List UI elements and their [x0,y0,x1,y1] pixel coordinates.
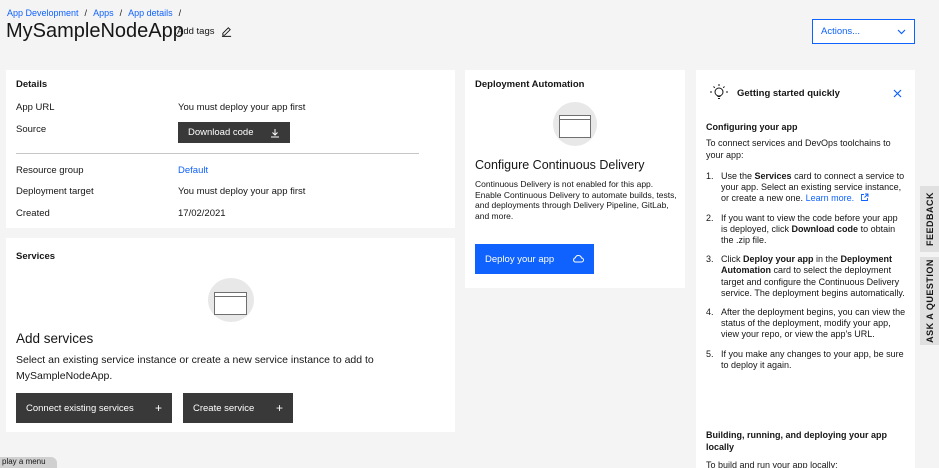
created-value: 17/02/2021 [178,208,226,219]
automation-illustration [553,102,597,146]
page-title: MySampleNodeApp [6,20,184,42]
chevron-down-icon [897,29,906,34]
learn-more-link[interactable]: Learn more. [806,193,855,203]
download-code-button[interactable]: Download code [178,122,290,143]
building-intro: To build and run your app locally: [706,460,838,468]
actions-label: Actions... [821,26,861,37]
services-description-2: MySampleNodeApp. [16,370,113,382]
list-item: 5. If you make any changes to your app, … [706,348,904,370]
details-card: Details App URL You must deploy your app… [6,70,455,228]
services-description-1: Select an existing service instance or c… [16,354,374,366]
ask-a-question-tab[interactable]: ASK A QUESTION [920,257,939,345]
add-tags-button[interactable]: Add tags [177,26,232,37]
launch-icon [860,193,869,202]
add-services-title: Add services [16,331,94,346]
lightbulb-icon [710,84,728,99]
getting-started-panel: Getting started quickly Configuring your… [696,70,915,468]
add-tags-label: Add tags [177,26,215,37]
resource-group-link[interactable]: Default [178,165,208,176]
automation-description: Continuous Delivery is not enabled for t… [475,179,677,221]
resource-group-label: Resource group [16,165,84,176]
download-icon [271,128,279,137]
breadcrumb: App Development / Apps / App details / [7,8,181,18]
details-heading: Details [16,79,48,90]
list-item: 1. Use the Services card to connect a se… [706,171,905,204]
details-divider [16,153,419,154]
feedback-label: FEEDBACK [924,191,935,247]
create-service-label: Create service [193,402,255,414]
breadcrumb-app-development[interactable]: App Development [7,8,79,18]
list-item: 3. Click Deploy your app in the Deployme… [706,254,905,298]
app-url-label: App URL [16,102,55,113]
services-heading: Services [16,251,56,262]
services-card: Services Add services Select an existing… [6,238,455,432]
automation-heading: Deployment Automation [475,79,585,90]
plus-icon: + [275,401,283,415]
cloud-icon [573,254,584,263]
created-label: Created [16,208,50,219]
deployment-automation-card: Deployment Automation Configure Continuo… [465,70,685,288]
ask-a-question-label: ASK A QUESTION [924,259,935,343]
feedback-tab[interactable]: FEEDBACK [920,186,939,252]
download-code-label: Download code [188,127,254,138]
steps-list: 1. Use the Services card to connect a se… [706,171,906,379]
configure-cd-title: Configure Continuous Delivery [475,158,645,172]
create-service-button[interactable]: Create service + [183,393,293,423]
tooltip: play a menu [0,457,57,468]
actions-dropdown[interactable]: Actions... [812,19,915,44]
edit-icon [221,27,231,37]
list-item: 2. If you want to view the code before y… [706,212,898,246]
list-item: 4. After the deployment begins, you can … [706,307,906,340]
services-illustration [208,278,254,322]
close-icon[interactable] [893,89,902,98]
getting-started-heading: Getting started quickly [737,88,840,99]
breadcrumb-separator: / [178,8,182,18]
deployment-target-value: You must deploy your app first [178,186,306,197]
source-label: Source [16,124,47,135]
configuring-intro: To connect services and DevOps toolchain… [706,138,891,160]
breadcrumb-separator: / [119,8,123,18]
app-url-value: You must deploy your app first [178,102,306,113]
deployment-target-label: Deployment target [16,186,94,197]
deploy-your-app-label: Deploy your app [485,253,555,265]
connect-existing-services-button[interactable]: Connect existing services + [16,393,172,423]
breadcrumb-separator: / [84,8,88,18]
building-section-title: Building, running, and deploying your ap… [706,430,887,452]
connect-existing-services-label: Connect existing services [26,402,134,414]
breadcrumb-app-details[interactable]: App details [128,8,173,18]
breadcrumb-apps[interactable]: Apps [93,8,114,18]
configuring-section-title: Configuring your app [706,122,798,132]
deploy-your-app-button[interactable]: Deploy your app [475,244,594,274]
plus-icon: + [154,401,162,415]
